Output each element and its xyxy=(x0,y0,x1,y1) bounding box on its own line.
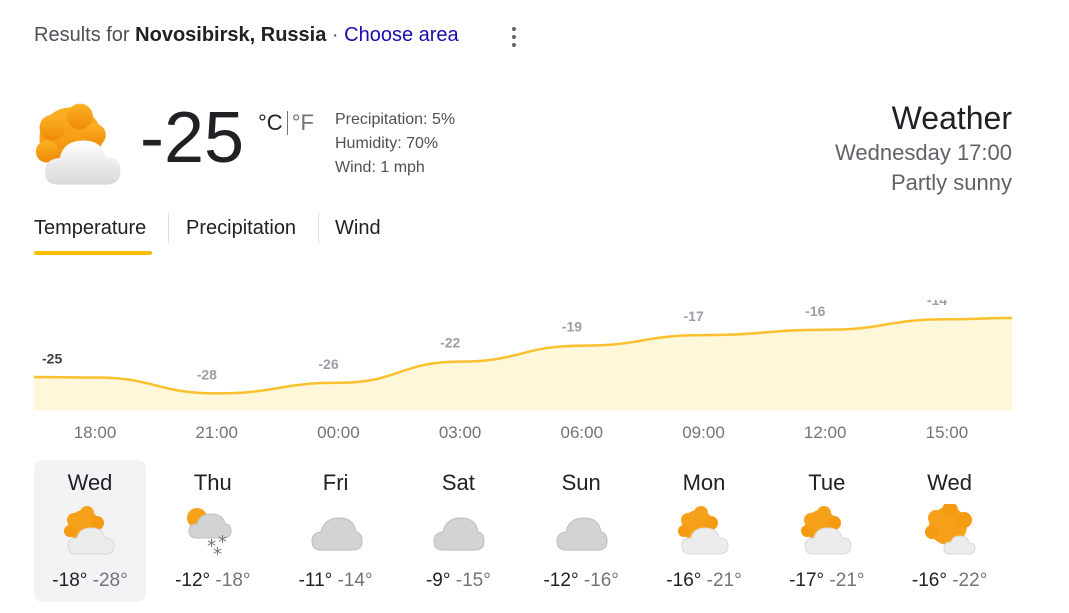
day-low: -21° xyxy=(701,570,742,591)
hour-label: 00:00 xyxy=(317,423,360,442)
day-high: -16° xyxy=(666,570,702,591)
day-card-mon[interactable]: Mon -16° -21° xyxy=(648,460,760,602)
tab-precipitation[interactable]: Precipitation xyxy=(186,213,296,243)
hour-label: 12:00 xyxy=(803,423,847,442)
day-card-wed[interactable]: Wed -16° -22° xyxy=(894,460,1006,602)
weather-datetime: Wednesday 17:00 xyxy=(835,140,1012,165)
day-high: -18° xyxy=(52,570,88,591)
day-card-wed[interactable]: Wed -18° -28° xyxy=(34,460,146,602)
hour-label: 06:00 xyxy=(560,423,604,442)
celsius-toggle[interactable]: °C xyxy=(258,110,283,135)
unit-toggle: °C °F xyxy=(258,110,314,136)
hour-label: 09:00 xyxy=(682,423,725,442)
day-name: Mon xyxy=(682,470,726,495)
day-high: -11° xyxy=(298,570,333,591)
day-name: Fri xyxy=(322,470,349,495)
hour-axis: 18:00 21:00 00:00 03:00 06:00 09:00 12:00 15:00 xyxy=(34,423,1012,445)
separator-dot: · xyxy=(331,24,339,46)
day-temperatures: -18° -28° xyxy=(34,570,146,592)
results-header: Results for Novosibirsk, Russia · Choose… xyxy=(34,24,459,47)
temperature-label: -17 xyxy=(684,308,704,324)
tab-selected-indicator xyxy=(34,251,152,255)
day-name: Wed xyxy=(67,470,113,495)
day-card-fri[interactable]: Fri -11° -14° xyxy=(280,460,392,602)
day-low: -16° xyxy=(578,570,619,591)
day-low: -22° xyxy=(946,570,988,591)
cloudy-icon xyxy=(428,504,488,558)
day-high: -12° xyxy=(543,570,579,591)
temperature-area xyxy=(34,318,1012,410)
day-high: -16° xyxy=(911,570,947,591)
snow-partly-cloudy-icon: * * * xyxy=(183,504,243,565)
day-temperatures: -16° -22° xyxy=(894,570,1006,592)
hour-label: 15:00 xyxy=(925,423,969,442)
day-low: -15° xyxy=(450,570,491,591)
svg-text:*: * xyxy=(213,544,222,558)
day-name: Tue xyxy=(808,470,846,495)
day-low: -28° xyxy=(87,570,128,591)
day-temperatures: -12° -18° xyxy=(157,570,269,592)
cloudy-icon xyxy=(551,504,611,558)
hour-label: 21:00 xyxy=(195,423,238,442)
location-name: Novosibirsk, Russia xyxy=(135,24,327,46)
weather-title: Weather xyxy=(891,100,1012,136)
hour-label: 18:00 xyxy=(73,423,117,442)
temperature-chart: -25 -28 -26 -22 -19 -17 -16 -14 xyxy=(34,300,1012,410)
day-name: Sun xyxy=(561,470,601,495)
results-prefix: Results for xyxy=(34,24,130,46)
day-card-tue[interactable]: Tue -17° -21° xyxy=(771,460,883,602)
day-card-sun[interactable]: Sun -12° -16° xyxy=(525,460,637,602)
partly-sunny-icon xyxy=(674,504,734,558)
temperature-label: -19 xyxy=(562,319,582,335)
weather-details: Precipitation: 5% Humidity: 70% Wind: 1 … xyxy=(335,108,455,180)
day-temperatures: -12° -16° xyxy=(525,570,637,592)
day-high: -9° xyxy=(425,570,451,591)
choose-area-link[interactable]: Choose area xyxy=(344,24,459,46)
temperature-label: -25 xyxy=(42,351,62,367)
current-temperature: -25 xyxy=(140,98,245,178)
day-temperatures: -9° -15° xyxy=(402,570,514,592)
partly-sunny-icon xyxy=(60,504,120,558)
day-name: Wed xyxy=(927,470,973,495)
tab-temperature[interactable]: Temperature xyxy=(34,213,146,243)
day-name: Sat xyxy=(441,470,475,495)
partly-sunny-icon xyxy=(797,504,857,558)
temperature-label: -26 xyxy=(318,356,338,372)
hour-label: 03:00 xyxy=(438,423,482,442)
weather-summary: Weather Wednesday 17:00 Partly sunny xyxy=(835,98,1012,198)
day-low: -14° xyxy=(332,570,373,591)
precipitation-text: Precipitation: 5% xyxy=(335,111,456,128)
day-temperatures: -11° -14° xyxy=(280,570,392,592)
temperature-label: -14 xyxy=(927,300,947,308)
mostly-sunny-icon xyxy=(920,502,980,558)
fahrenheit-toggle[interactable]: °F xyxy=(292,110,314,135)
humidity-text: Humidity: 70% xyxy=(335,135,439,152)
more-options-icon[interactable] xyxy=(503,24,525,50)
day-temperatures: -16° -21° xyxy=(648,570,760,592)
day-temperatures: -17° -21° xyxy=(771,570,883,592)
cloudy-icon xyxy=(306,504,366,558)
day-name: Thu xyxy=(193,470,232,495)
day-card-thu[interactable]: Thu * * * -12° -18° xyxy=(157,460,269,602)
day-low: -18° xyxy=(210,570,251,591)
wind-text: Wind: 1 mph xyxy=(335,159,425,176)
day-low: -21° xyxy=(824,570,865,591)
temperature-label: -22 xyxy=(440,335,460,351)
partly-sunny-icon xyxy=(34,100,126,192)
day-card-sat[interactable]: Sat -9° -15° xyxy=(402,460,514,602)
day-high: -17° xyxy=(789,570,825,591)
temperature-label: -28 xyxy=(197,366,217,382)
daily-forecast: Wed -18° -28° Thu * * * -12° -18° Fri -11° -14° S… xyxy=(34,460,1014,602)
day-high: -12° xyxy=(175,570,211,591)
weather-condition: Partly sunny xyxy=(890,170,1012,195)
temperature-chart-svg: -25 -28 -26 -22 -19 -17 -16 -14 xyxy=(34,300,1012,410)
tab-wind[interactable]: Wind xyxy=(335,213,381,243)
temperature-label: -16 xyxy=(805,303,825,319)
